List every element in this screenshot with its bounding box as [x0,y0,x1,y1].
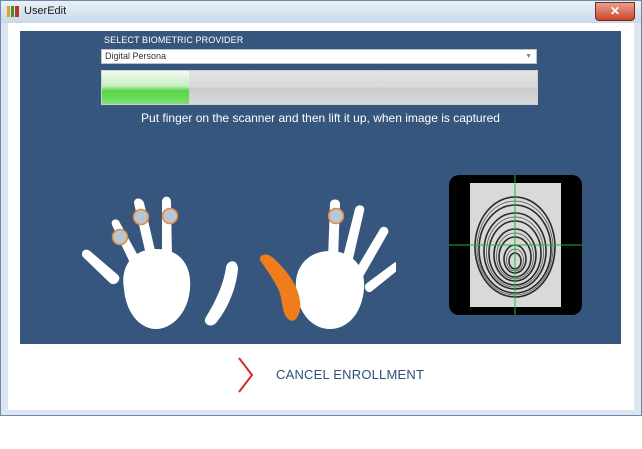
app-window: UserEdit ✕ SELECT BIOMETRIC PROVIDER Dig… [0,0,642,416]
left-pinky-finger[interactable] [81,249,120,285]
fingerprint-icon [449,175,582,315]
left-index-finger[interactable] [162,196,172,262]
provider-selected-value: Digital Persona [105,51,167,61]
progress-fill [102,71,189,104]
left-middle-finger[interactable] [134,198,156,260]
left-thumb[interactable] [204,261,238,326]
right-ring-finger[interactable] [354,226,389,278]
right-hand-palm [295,251,365,329]
right-index-enrolled-badge[interactable] [327,207,345,225]
left-ring-enrolled-badge[interactable] [111,228,129,246]
app-icon [7,6,19,17]
client-area: SELECT BIOMETRIC PROVIDER Digital Person… [8,23,634,410]
provider-label: SELECT BIOMETRIC PROVIDER [104,35,244,45]
cancel-enrollment-label: CANCEL ENROLLMENT [276,367,425,382]
right-middle-finger[interactable] [342,205,365,267]
right-thumb-active[interactable] [259,254,301,321]
window-title: UserEdit [24,5,67,17]
capture-instruction: Put finger on the scanner and then lift … [141,111,500,125]
enrollment-panel: SELECT BIOMETRIC PROVIDER Digital Person… [20,31,621,344]
hand-finger-selector [81,196,396,329]
capture-progress-bar [101,70,538,105]
chevron-right-icon [238,357,254,393]
chevron-down-icon: ▼ [525,53,532,60]
cancel-enrollment-button[interactable]: CANCEL ENROLLMENT [228,355,448,395]
title-bar: UserEdit ✕ [1,1,641,23]
right-pinky-finger[interactable] [364,262,396,292]
fingerprint-preview [449,175,582,315]
close-button[interactable]: ✕ [595,2,635,21]
left-middle-enrolled-badge[interactable] [132,208,150,226]
left-hand [81,196,238,329]
provider-select[interactable]: Digital Persona ▼ [101,49,537,64]
right-hand [295,199,396,329]
left-index-enrolled-badge[interactable] [161,207,179,225]
left-ring-finger[interactable] [111,219,143,270]
